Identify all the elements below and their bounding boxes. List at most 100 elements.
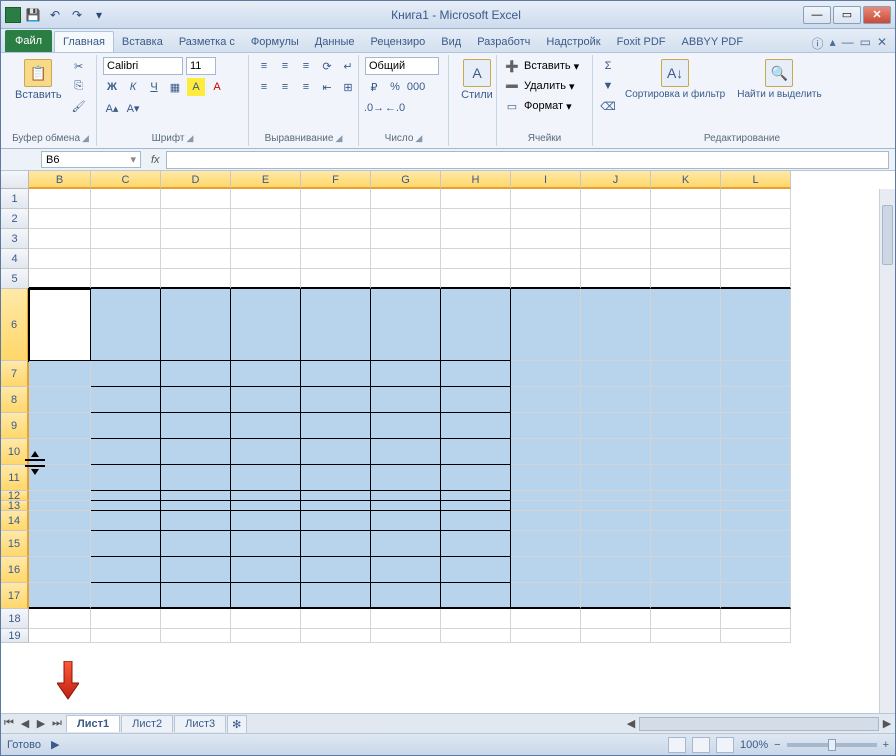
font-size-input[interactable] <box>186 57 216 75</box>
cell-E2[interactable] <box>231 209 301 229</box>
qat-save[interactable]: 💾 <box>23 5 43 25</box>
cell-K17[interactable] <box>651 583 721 609</box>
cell-J9[interactable] <box>581 413 651 439</box>
cell-G17[interactable] <box>371 583 441 609</box>
cell-J4[interactable] <box>581 249 651 269</box>
cell-F18[interactable] <box>301 609 371 629</box>
row-header-7[interactable]: 7 <box>1 361 29 387</box>
column-header-I[interactable]: I <box>511 171 581 189</box>
row-header-18[interactable]: 18 <box>1 609 29 629</box>
cell-L8[interactable] <box>721 387 791 413</box>
cell-I10[interactable] <box>511 439 581 465</box>
cell-D18[interactable] <box>161 609 231 629</box>
zoom-slider[interactable] <box>787 743 877 747</box>
sheet-tab-1[interactable]: Лист1 <box>66 715 120 732</box>
cell-B17[interactable] <box>29 583 91 609</box>
view-normal-button[interactable] <box>668 737 686 753</box>
column-header-L[interactable]: L <box>721 171 791 189</box>
cell-D7[interactable] <box>161 361 231 387</box>
cell-C10[interactable] <box>91 439 161 465</box>
tab-developer[interactable]: Разработч <box>469 32 538 52</box>
align-middle-icon[interactable]: ≡ <box>276 57 294 75</box>
cell-C12[interactable] <box>91 491 161 501</box>
cell-I3[interactable] <box>511 229 581 249</box>
cell-G19[interactable] <box>371 629 441 643</box>
view-pagebreak-button[interactable] <box>716 737 734 753</box>
cell-D12[interactable] <box>161 491 231 501</box>
cell-I4[interactable] <box>511 249 581 269</box>
align-dialog-launcher[interactable]: ◢ <box>335 133 342 144</box>
number-format-input[interactable] <box>365 57 439 75</box>
cell-D5[interactable] <box>161 269 231 289</box>
cell-F12[interactable] <box>301 491 371 501</box>
orientation-icon[interactable]: ⟳ <box>318 57 336 75</box>
cell-L2[interactable] <box>721 209 791 229</box>
cell-G14[interactable] <box>371 511 441 531</box>
cell-C9[interactable] <box>91 413 161 439</box>
tab-nav-last[interactable]: ⏭ <box>49 717 65 730</box>
cell-F9[interactable] <box>301 413 371 439</box>
tab-abbyy[interactable]: ABBYY PDF <box>674 32 752 52</box>
cell-C8[interactable] <box>91 387 161 413</box>
format-painter-icon[interactable]: 🖌 <box>70 97 88 115</box>
cell-K13[interactable] <box>651 501 721 511</box>
cell-C18[interactable] <box>91 609 161 629</box>
tab-nav-next[interactable]: ▶ <box>33 717 49 730</box>
cell-L1[interactable] <box>721 189 791 209</box>
cell-H11[interactable] <box>441 465 511 491</box>
font-color-button[interactable]: A <box>208 78 226 96</box>
cell-C13[interactable] <box>91 501 161 511</box>
cell-F7[interactable] <box>301 361 371 387</box>
cell-K10[interactable] <box>651 439 721 465</box>
cell-L4[interactable] <box>721 249 791 269</box>
qat-undo[interactable]: ↶ <box>45 5 65 25</box>
minimize-ribbon-icon[interactable]: ▴ <box>830 35 836 52</box>
cell-J12[interactable] <box>581 491 651 501</box>
cell-H17[interactable] <box>441 583 511 609</box>
cell-H16[interactable] <box>441 557 511 583</box>
row-header-9[interactable]: 9 <box>1 413 29 439</box>
column-header-F[interactable]: F <box>301 171 371 189</box>
merge-icon[interactable]: ⊞ <box>339 78 357 96</box>
cell-C3[interactable] <box>91 229 161 249</box>
cell-G13[interactable] <box>371 501 441 511</box>
hscroll-left[interactable]: ◀ <box>623 717 639 730</box>
cell-I12[interactable] <box>511 491 581 501</box>
cell-F5[interactable] <box>301 269 371 289</box>
column-header-B[interactable]: B <box>29 171 91 189</box>
cell-L14[interactable] <box>721 511 791 531</box>
paste-button[interactable]: 📋 Вставить <box>11 57 66 103</box>
row-header-2[interactable]: 2 <box>1 209 29 229</box>
cell-G6[interactable] <box>371 289 441 361</box>
column-header-D[interactable]: D <box>161 171 231 189</box>
cell-I5[interactable] <box>511 269 581 289</box>
help-icon[interactable]: ⓘ <box>812 35 824 52</box>
cell-H6[interactable] <box>441 289 511 361</box>
select-all-corner[interactable] <box>1 171 29 189</box>
zoom-in-button[interactable]: + <box>883 739 889 751</box>
cell-H3[interactable] <box>441 229 511 249</box>
cell-J14[interactable] <box>581 511 651 531</box>
tab-home[interactable]: Главная <box>54 31 114 52</box>
cell-E7[interactable] <box>231 361 301 387</box>
cell-I17[interactable] <box>511 583 581 609</box>
tab-formulas[interactable]: Формулы <box>243 32 307 52</box>
font-name-input[interactable] <box>103 57 183 75</box>
cell-E19[interactable] <box>231 629 301 643</box>
delete-cells-button[interactable]: ➖Удалить▾ <box>503 77 575 95</box>
row-header-19[interactable]: 19 <box>1 629 29 643</box>
cell-B2[interactable] <box>29 209 91 229</box>
cell-I1[interactable] <box>511 189 581 209</box>
tab-foxit[interactable]: Foxit PDF <box>609 32 674 52</box>
tab-review[interactable]: Рецензиро <box>363 32 434 52</box>
cell-L19[interactable] <box>721 629 791 643</box>
row-header-5[interactable]: 5 <box>1 269 29 289</box>
decrease-font-icon[interactable]: A▾ <box>124 99 142 117</box>
cell-E11[interactable] <box>231 465 301 491</box>
cell-E17[interactable] <box>231 583 301 609</box>
column-header-E[interactable]: E <box>231 171 301 189</box>
cell-G10[interactable] <box>371 439 441 465</box>
cell-H8[interactable] <box>441 387 511 413</box>
cell-D1[interactable] <box>161 189 231 209</box>
cell-K15[interactable] <box>651 531 721 557</box>
